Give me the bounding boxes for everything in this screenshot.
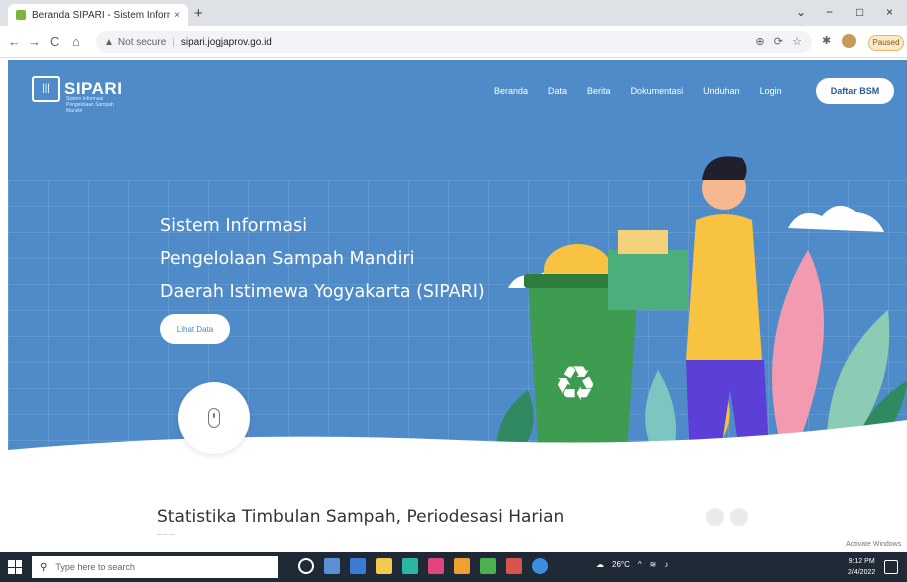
register-bsm-button[interactable]: Daftar BSM [816,78,894,104]
warning-icon: ▲ [104,36,114,48]
nav-item-beranda[interactable]: Beranda [494,86,528,96]
carousel-next-button[interactable] [730,508,748,526]
taskbar-apps [298,558,548,574]
extension-avatar-icon[interactable] [842,34,856,48]
main-nav: Beranda Data Berita Dokumentasi Unduhan … [494,86,782,96]
tab-close-icon[interactable]: × [174,10,180,21]
headline-line: Pengelolaan Sampah Mandiri [160,249,415,269]
nav-item-berita[interactable]: Berita [587,86,611,96]
app-icon[interactable] [506,558,522,574]
carousel-prev-button[interactable] [706,508,724,526]
hero-wave [8,420,907,470]
scroll-down-button[interactable] [178,382,250,454]
address-bar: ← → C ⌂ ▲ Not secure | sipari.jogjaprov.… [0,26,907,58]
url-separator: | [172,36,175,48]
hero-section: ||| SIPARI Sistem Informasi Pengelolaan … [8,60,907,470]
chrome-icon[interactable] [532,558,548,574]
store-icon[interactable] [350,558,366,574]
nav-item-data[interactable]: Data [548,86,567,96]
bookmark-star-icon[interactable]: ☆ [792,36,802,48]
profile-button[interactable]: Paused [868,35,904,51]
reload-button[interactable]: C [50,34,59,49]
forward-button[interactable]: → [28,34,41,49]
tab-search-icon[interactable]: ⌄ [796,5,806,19]
close-window-button[interactable]: × [886,5,893,19]
url-text: sipari.jogjaprov.go.id [180,36,272,48]
extensions-puzzle-icon[interactable]: ✱ [822,34,831,47]
papers-in-box [618,230,668,254]
browser-tab[interactable]: Beranda SIPARI - Sistem Inform... × [8,4,188,26]
app-icon[interactable] [454,558,470,574]
weather-icon[interactable]: ☁ [596,560,604,569]
mouse-scroll-icon [208,408,220,428]
person-shirt [686,214,762,360]
search-icon: ⚲ [40,561,48,573]
cortana-icon[interactable] [298,558,314,574]
nav-item-unduhan[interactable]: Unduhan [703,86,740,96]
person-hair [702,156,747,180]
omnibox-actions: ⊕ ⟳ ☆ [755,35,802,48]
back-button[interactable]: ← [8,34,21,49]
tab-title: Beranda SIPARI - Sistem Inform... [32,9,171,21]
home-button[interactable]: ⌂ [72,34,80,49]
app-icon[interactable] [402,558,418,574]
site-favicon-icon [16,10,26,20]
file-explorer-icon[interactable] [376,558,392,574]
activate-windows-watermark: Activate Windows [846,541,902,548]
headline-line: Sistem Informasi [160,216,308,236]
weather-temp[interactable]: 26°C [612,560,630,569]
wifi-icon[interactable]: ≋ [650,560,657,569]
minimize-button[interactable]: − [826,5,833,19]
view-data-button[interactable]: Lihat Data [160,314,230,344]
clock-time: 9:12 PM [848,558,875,565]
carousel-controls [706,508,748,526]
maximize-button[interactable]: □ [856,5,863,19]
taskbar-search-input[interactable]: ⚲ Type here to search [32,556,278,578]
logo-icon: ||| [32,76,60,102]
cloud-icon [788,205,884,232]
volume-icon[interactable]: ♪ [664,560,668,569]
hero-headline: Sistem Informasi Pengelolaan Sampah Mand… [160,210,485,309]
headline-line: Daerah Istimewa Yogyakarta (SIPARI) [160,282,485,302]
section-title: Statistika Timbulan Sampah, Periodesasi … [157,507,565,527]
section-subtitle: — — — [157,532,175,538]
notification-icon[interactable] [884,560,898,574]
new-tab-button[interactable]: + [194,5,203,22]
zoom-icon[interactable]: ⊕ [755,36,764,48]
search-placeholder: Type here to search [55,562,135,572]
windows-taskbar: ⚲ Type here to search ☁ 26°C ^ ≋ ♪ 9:12 … [0,552,907,582]
security-status[interactable]: Not secure [118,37,166,48]
nav-item-login[interactable]: Login [760,86,782,96]
logo-subtitle: Sistem Informasi Pengelolaan Sampah Mand… [66,96,114,114]
browser-tab-strip: Beranda SIPARI - Sistem Inform... × + ⌄ … [0,0,907,26]
share-icon[interactable]: ⟳ [774,36,783,48]
start-button[interactable] [8,560,22,574]
cardboard-box [608,250,688,310]
taskbar-clock[interactable]: 9:12 PM 2/4/2022 [848,556,875,578]
app-icon[interactable] [428,558,444,574]
nav-item-dokumentasi[interactable]: Dokumentasi [631,86,684,96]
tray-expand-icon[interactable]: ^ [638,560,642,569]
task-view-icon[interactable] [324,558,340,574]
app-icon[interactable] [480,558,496,574]
url-input[interactable]: ▲ Not secure | sipari.jogjaprov.go.id ⊕ … [96,31,812,53]
system-tray: ☁ 26°C ^ ≋ ♪ [596,560,668,569]
clock-date: 2/4/2022 [848,569,876,576]
